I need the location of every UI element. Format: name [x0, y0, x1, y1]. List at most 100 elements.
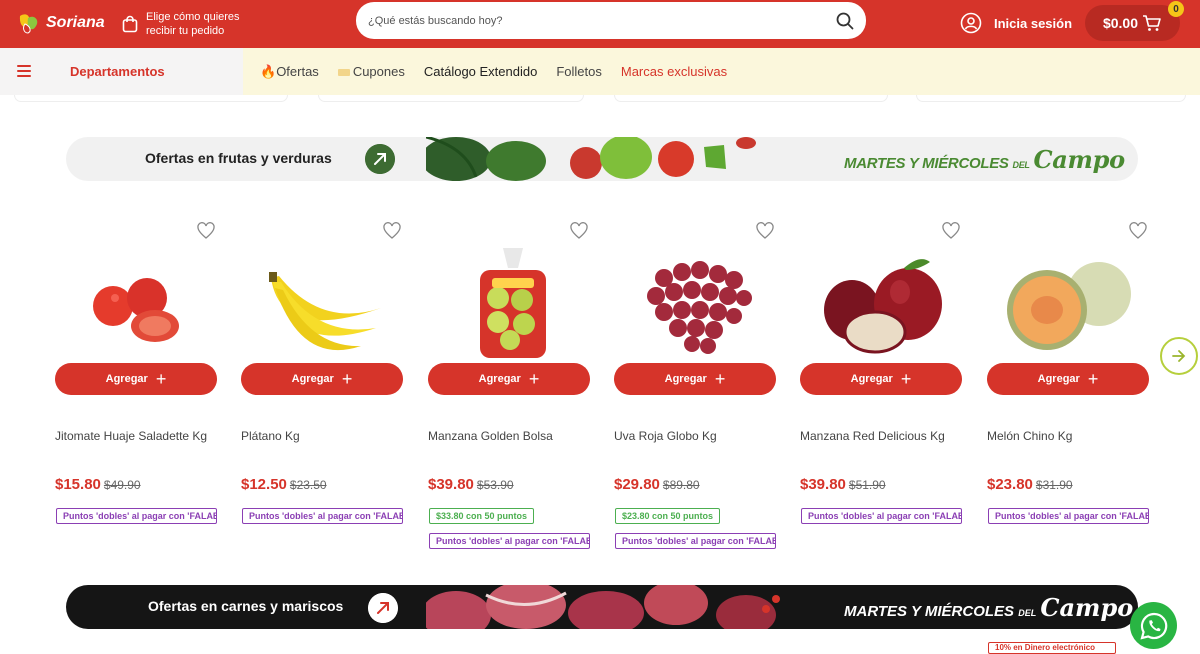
add-to-cart-button[interactable]: Agregar +	[55, 363, 217, 395]
price-row: $23.80 $31.90	[987, 476, 1073, 493]
user-icon	[960, 12, 982, 34]
cart-total: $0.00	[1102, 15, 1139, 31]
promo-tag: Puntos 'dobles' al pagar con 'FALABELLA'	[615, 533, 776, 549]
points-tag: $23.80 con 50 puntos	[615, 508, 721, 524]
add-to-cart-button[interactable]: Agregar +	[614, 363, 776, 395]
cart-icon	[1143, 15, 1161, 31]
price-row: $39.80 $51.90	[800, 476, 886, 493]
promo-tag: Puntos 'dobles' al pagar con 'FALABELLA'	[429, 533, 590, 549]
cart-button[interactable]: $0.00 0	[1085, 1, 1184, 41]
top-header: Soriana Elige cómo quieres recibir tu pe…	[0, 0, 1200, 48]
vegetables-image	[426, 137, 756, 181]
main-nav: Departamentos 🔥Ofertas Cupones Catálogo …	[0, 48, 1200, 95]
points-tag: $33.80 con 50 puntos	[429, 508, 535, 524]
pickup-label: Elige cómo quieres recibir tu pedido	[146, 11, 240, 37]
nav-item-marcas-exclusivas[interactable]: Marcas exclusivas	[621, 64, 727, 80]
promo-tag: Puntos 'dobles' al pagar con 'FALABELLA'	[56, 508, 217, 524]
nav-item-cupones[interactable]: Cupones	[337, 64, 405, 80]
promo-tag: Puntos 'dobles' al pagar con 'FALABELLA'	[988, 508, 1149, 524]
banner-title: Ofertas en frutas y verduras	[145, 150, 332, 166]
product-name[interactable]: Manzana Red Delicious Kg	[800, 429, 945, 443]
plus-icon: +	[341, 369, 353, 389]
product-old-price: $23.50	[289, 478, 327, 492]
favorite-heart-icon[interactable]	[197, 222, 215, 240]
product-image-manzana-golden	[480, 248, 546, 358]
product-image-uva-roja	[647, 261, 752, 354]
cart-count-badge: 0	[1168, 1, 1184, 17]
product-card: Agregar + Jitomate Huaje Saladette Kg $15…	[55, 218, 217, 558]
product-price: $39.80	[800, 476, 846, 493]
nav-item-ofertas[interactable]: 🔥Ofertas	[260, 64, 319, 80]
search-input[interactable]	[368, 14, 836, 27]
promo-tag: Puntos 'dobles' al pagar con 'FALABELLA'	[242, 508, 403, 524]
product-card: Agregar + Melón Chino Kg $23.80 $31.90 Pu…	[987, 218, 1149, 558]
banner-frutas-verduras[interactable]: Ofertas en frutas y verduras MARTES Y MI…	[66, 137, 1138, 181]
hamburger-menu-icon[interactable]	[17, 65, 31, 80]
product-old-price: $49.90	[103, 478, 141, 492]
departments-menu[interactable]: Departamentos	[0, 48, 243, 95]
promo-tag-peek: 10% en Dinero electrónico	[988, 642, 1116, 654]
nav-item-folletos[interactable]: Folletos	[556, 64, 602, 80]
coupon-icon	[337, 69, 350, 77]
add-to-cart-button[interactable]: Agregar +	[987, 363, 1149, 395]
add-to-cart-button[interactable]: Agregar +	[428, 363, 590, 395]
product-carousel: Agregar + Jitomate Huaje Saladette Kg $15…	[55, 218, 1155, 558]
whatsapp-icon	[1139, 612, 1167, 640]
product-name[interactable]: Jitomate Huaje Saladette Kg	[55, 429, 207, 443]
plus-icon: +	[900, 369, 912, 389]
product-old-price: $89.80	[662, 478, 700, 492]
price-row: $15.80 $49.90	[55, 476, 141, 493]
product-price: $12.50	[241, 476, 287, 493]
pickup-selector[interactable]: Elige cómo quieres recibir tu pedido	[122, 10, 256, 38]
product-price: $15.80	[55, 476, 101, 493]
product-old-price: $31.90	[1035, 478, 1073, 492]
favorite-heart-icon[interactable]	[383, 222, 401, 240]
price-row: $12.50 $23.50	[241, 476, 327, 493]
nav-item-catalogo-extendido[interactable]: Catálogo Extendido	[424, 64, 537, 80]
arrow-right-icon	[1172, 350, 1186, 362]
favorite-heart-icon[interactable]	[942, 222, 960, 240]
product-price: $29.80	[614, 476, 660, 493]
shopping-bag-icon	[122, 15, 138, 33]
product-card: Agregar + Plátano Kg $12.50 $23.50 Puntos…	[241, 218, 403, 558]
whatsapp-button[interactable]	[1130, 602, 1177, 649]
product-card: Agregar + Manzana Red Delicious Kg $39.80…	[800, 218, 962, 558]
arrow-up-right-icon	[365, 144, 395, 174]
campaign-logo: MARTES Y MIÉRCOLES DEL Campo	[844, 593, 1134, 622]
product-name[interactable]: Manzana Golden Bolsa	[428, 429, 553, 443]
carousel-next-button[interactable]	[1160, 337, 1198, 375]
banner-title: Ofertas en carnes y mariscos	[148, 598, 344, 614]
search-bar	[356, 2, 866, 39]
add-to-cart-button[interactable]: Agregar +	[800, 363, 962, 395]
product-image-manzana-red	[824, 259, 942, 354]
product-image-jitomate	[93, 278, 179, 342]
banner-carnes-mariscos[interactable]: Ofertas en carnes y mariscos MARTES Y MI…	[66, 585, 1138, 629]
product-old-price: $53.90	[476, 478, 514, 492]
plus-icon: +	[155, 369, 167, 389]
logo-leaf-icon	[19, 14, 38, 34]
add-to-cart-button[interactable]: Agregar +	[241, 363, 403, 395]
login-button[interactable]: Inicia sesión	[960, 12, 1072, 34]
carousel-edges	[0, 95, 1200, 105]
soriana-logo[interactable]: Soriana	[16, 11, 105, 35]
price-row: $39.80 $53.90	[428, 476, 514, 493]
product-price: $23.80	[987, 476, 1033, 493]
product-name[interactable]: Melón Chino Kg	[987, 429, 1072, 443]
logo-text: Soriana	[46, 14, 105, 31]
product-card: Agregar + Manzana Golden Bolsa $39.80 $53…	[428, 218, 590, 558]
product-old-price: $51.90	[848, 478, 886, 492]
product-image-platano	[269, 272, 381, 351]
product-image-melon	[1007, 262, 1131, 350]
search-icon[interactable]	[836, 12, 854, 30]
favorite-heart-icon[interactable]	[1129, 222, 1147, 240]
product-name[interactable]: Plátano Kg	[241, 429, 300, 443]
promo-tag: Puntos 'dobles' al pagar con 'FALABELLA'	[801, 508, 962, 524]
campaign-logo: MARTES Y MIÉRCOLES DEL Campo	[844, 145, 1125, 174]
favorite-heart-icon[interactable]	[570, 222, 588, 240]
fire-icon: 🔥	[260, 64, 277, 79]
plus-icon: +	[1087, 369, 1099, 389]
favorite-heart-icon[interactable]	[756, 222, 774, 240]
product-price: $39.80	[428, 476, 474, 493]
departments-label: Departamentos	[70, 64, 165, 79]
product-name[interactable]: Uva Roja Globo Kg	[614, 429, 717, 443]
